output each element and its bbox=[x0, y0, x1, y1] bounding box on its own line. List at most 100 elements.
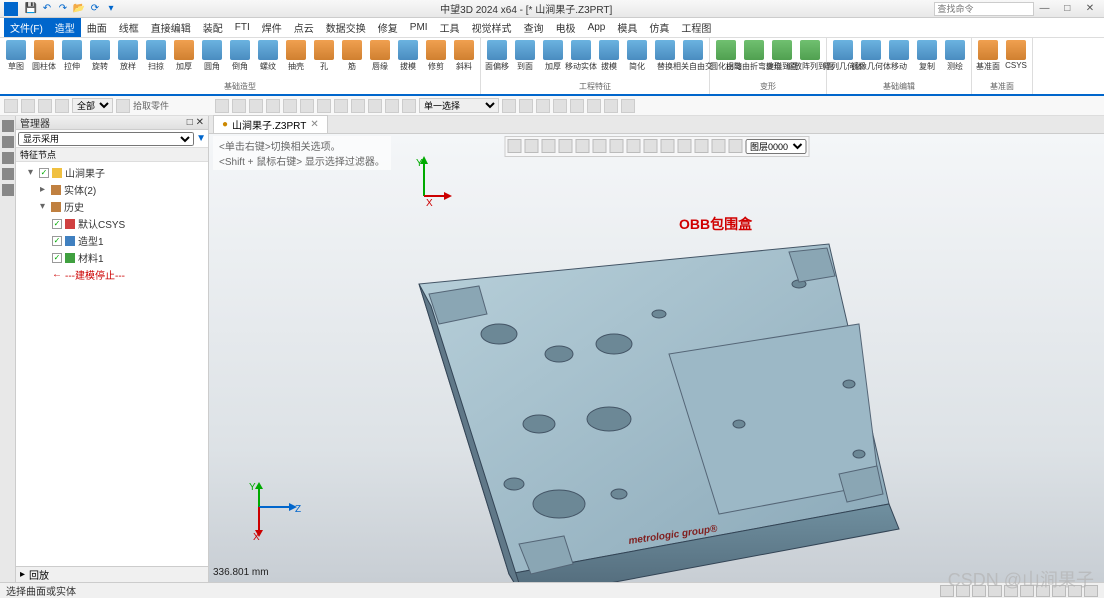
ribbon-btn[interactable]: 拔模 bbox=[596, 40, 622, 72]
vt-icon[interactable] bbox=[575, 139, 589, 153]
tree-node[interactable]: ▸实体(2) bbox=[20, 181, 204, 198]
ribbon-btn[interactable]: 修剪 bbox=[423, 40, 449, 72]
tb-icon[interactable] bbox=[570, 99, 584, 113]
sidebar-btn[interactable] bbox=[2, 168, 14, 180]
ribbon-btn[interactable]: 拉伸 bbox=[59, 40, 85, 72]
ribbon-btn[interactable]: 倒角 bbox=[227, 40, 253, 72]
ribbon-btn[interactable]: 扫掠 bbox=[143, 40, 169, 72]
tb-icon[interactable] bbox=[502, 99, 516, 113]
menu-item-4[interactable]: 装配 bbox=[197, 18, 229, 37]
ribbon-btn[interactable]: 测绘 bbox=[942, 40, 968, 72]
ribbon-btn[interactable]: 圆柱体 bbox=[31, 40, 57, 72]
vt-icon[interactable] bbox=[694, 139, 708, 153]
filter-all-select[interactable]: 全部 bbox=[72, 98, 113, 113]
menu-item-1[interactable]: 曲面 bbox=[81, 18, 113, 37]
menu-item-13[interactable]: 查询 bbox=[518, 18, 550, 37]
tb-icon[interactable] bbox=[283, 99, 297, 113]
tb-icon[interactable] bbox=[215, 99, 229, 113]
menu-item-18[interactable]: 工程图 bbox=[675, 18, 717, 37]
ribbon-btn[interactable]: 旋转 bbox=[87, 40, 113, 72]
menu-file[interactable]: 文件(F) bbox=[4, 18, 49, 37]
ribbon-btn[interactable]: 缩放阵列到面 bbox=[797, 40, 823, 72]
qat-refresh-icon[interactable]: ⟳ bbox=[88, 2, 102, 16]
vt-icon[interactable] bbox=[524, 139, 538, 153]
menu-item-17[interactable]: 仿真 bbox=[643, 18, 675, 37]
tb-icon[interactable] bbox=[621, 99, 635, 113]
display-mode-select[interactable]: 显示采用 bbox=[18, 132, 194, 146]
filter-icon[interactable]: ▼ bbox=[196, 133, 206, 144]
ribbon-btn[interactable]: 拔模 bbox=[395, 40, 421, 72]
tb-icon[interactable] bbox=[351, 99, 365, 113]
tb-icon[interactable] bbox=[232, 99, 246, 113]
tb-icon[interactable] bbox=[368, 99, 382, 113]
ribbon-btn[interactable]: 唇缘 bbox=[367, 40, 393, 72]
ribbon-btn[interactable]: 相关自由交 bbox=[680, 40, 706, 72]
playback-expand-icon[interactable]: ▸ bbox=[20, 569, 25, 580]
vt-icon[interactable] bbox=[643, 139, 657, 153]
layer-select[interactable]: 图层0000 bbox=[745, 139, 806, 154]
ribbon-btn[interactable]: 复制 bbox=[914, 40, 940, 72]
vt-icon[interactable] bbox=[558, 139, 572, 153]
qat-open-icon[interactable]: 📂 bbox=[72, 2, 86, 16]
vt-icon[interactable] bbox=[609, 139, 623, 153]
tb-icon[interactable] bbox=[587, 99, 601, 113]
panel-close-icon[interactable]: □ ✕ bbox=[187, 117, 204, 128]
qat-redo-icon[interactable]: ↷ bbox=[56, 2, 70, 16]
tree-node[interactable]: ▾历史 bbox=[20, 198, 204, 215]
menu-item-0[interactable]: 造型 bbox=[49, 18, 81, 37]
tb-icon[interactable] bbox=[4, 99, 18, 113]
ribbon-btn[interactable]: 移动实体 bbox=[568, 40, 594, 72]
tree-node[interactable]: ✓默认CSYS bbox=[20, 215, 204, 232]
ribbon-btn[interactable]: 孔 bbox=[311, 40, 337, 72]
menu-item-8[interactable]: 数据交换 bbox=[320, 18, 372, 37]
menu-item-7[interactable]: 点云 bbox=[288, 18, 320, 37]
qat-save-icon[interactable]: 💾 bbox=[24, 2, 38, 16]
tb-icon[interactable] bbox=[249, 99, 263, 113]
menu-item-3[interactable]: 直接编辑 bbox=[145, 18, 197, 37]
ribbon-btn[interactable]: 镜像几何体 bbox=[858, 40, 884, 72]
tb-icon[interactable] bbox=[334, 99, 348, 113]
ribbon-btn[interactable]: 草图 bbox=[3, 40, 29, 72]
ribbon-btn[interactable]: 放样 bbox=[115, 40, 141, 72]
tb-icon[interactable] bbox=[402, 99, 416, 113]
close-icon[interactable]: ✕ bbox=[1080, 3, 1100, 14]
vt-icon[interactable] bbox=[711, 139, 725, 153]
vt-icon[interactable] bbox=[626, 139, 640, 153]
ribbon-btn[interactable]: 加厚 bbox=[540, 40, 566, 72]
menu-item-6[interactable]: 焊件 bbox=[256, 18, 288, 37]
select-mode[interactable]: 单一选择 bbox=[419, 98, 499, 113]
menu-item-16[interactable]: 模具 bbox=[611, 18, 643, 37]
ribbon-btn[interactable]: 移动 bbox=[886, 40, 912, 72]
ribbon-btn[interactable]: 加厚 bbox=[171, 40, 197, 72]
vt-icon[interactable] bbox=[507, 139, 521, 153]
menu-item-14[interactable]: 电极 bbox=[550, 18, 582, 37]
menu-item-15[interactable]: App bbox=[582, 20, 612, 35]
maximize-icon[interactable]: □ bbox=[1057, 3, 1077, 14]
vt-icon[interactable] bbox=[677, 139, 691, 153]
menu-item-9[interactable]: 修复 bbox=[372, 18, 404, 37]
menu-item-5[interactable]: FTI bbox=[229, 20, 256, 35]
ribbon-btn[interactable]: 简化 bbox=[624, 40, 650, 72]
sidebar-btn[interactable] bbox=[2, 136, 14, 148]
vt-icon[interactable] bbox=[541, 139, 555, 153]
menu-item-12[interactable]: 视觉样式 bbox=[466, 18, 518, 37]
tb-icon[interactable] bbox=[553, 99, 567, 113]
tb-icon[interactable] bbox=[55, 99, 69, 113]
ribbon-btn[interactable]: 螺纹 bbox=[255, 40, 281, 72]
ribbon-btn[interactable]: 由随由折弯变形 bbox=[741, 40, 767, 72]
ribbon-btn[interactable]: 圆角 bbox=[199, 40, 225, 72]
vt-icon[interactable] bbox=[728, 139, 742, 153]
tree-node[interactable]: ✓材料1 bbox=[20, 249, 204, 266]
tb-icon[interactable] bbox=[38, 99, 52, 113]
ribbon-btn[interactable]: 面偏移 bbox=[484, 40, 510, 72]
sidebar-btn[interactable] bbox=[2, 120, 14, 132]
tb-icon[interactable] bbox=[604, 99, 618, 113]
tb-icon[interactable] bbox=[116, 99, 130, 113]
tb-icon[interactable] bbox=[300, 99, 314, 113]
3d-viewport[interactable]: 图层0000 Y X OBB包围盒 bbox=[209, 134, 1104, 582]
menu-item-2[interactable]: 线框 bbox=[113, 18, 145, 37]
sidebar-btn[interactable] bbox=[2, 152, 14, 164]
tree-node[interactable]: ✓造型1 bbox=[20, 232, 204, 249]
tb-icon[interactable] bbox=[385, 99, 399, 113]
vt-icon[interactable] bbox=[592, 139, 606, 153]
